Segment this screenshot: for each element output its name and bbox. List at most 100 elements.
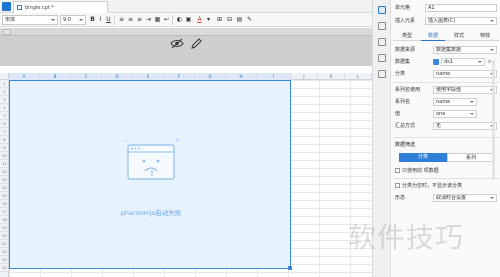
align-left-icon[interactable]: ≡ [118, 15, 125, 25]
column-header-cell[interactable]: F [164, 73, 195, 80]
checkbox-box[interactable] [395, 183, 400, 188]
row-header-cell[interactable]: 5 [0, 112, 9, 120]
row-header-cell[interactable]: 17 [0, 208, 9, 216]
bg-color-icon[interactable]: ▣ [185, 15, 192, 25]
data-source-select[interactable]: 数据集数据 [433, 46, 497, 54]
cell-attribute-icon[interactable] [378, 22, 386, 30]
row-header-cell[interactable]: 22 [0, 248, 9, 256]
hidden-eye-icon[interactable] [170, 38, 184, 49]
indent-icon[interactable]: ⇥ [145, 15, 152, 25]
row-header-cell[interactable]: 14 [0, 184, 9, 192]
clear-format-icon[interactable]: ✎ [246, 15, 253, 25]
row-header-cell[interactable]: 15 [0, 192, 9, 200]
align-center-icon[interactable]: ≡ [127, 15, 134, 25]
grid-lines-icon[interactable]: ⊟ [226, 15, 233, 25]
category-select[interactable]: name [433, 70, 497, 78]
tab-type[interactable]: 类型 [395, 32, 419, 41]
document-tab-bar: bingle.cpt * [0, 0, 372, 13]
row-header-cell[interactable]: 12 [0, 168, 9, 176]
hide-empty-category-checkbox[interactable]: 分类为空时，不显示该分类 [395, 182, 462, 190]
row-header-cell[interactable]: 10 [0, 152, 9, 160]
row-header-cell[interactable]: 3 [0, 96, 9, 104]
row-header-cell[interactable]: 24 [0, 264, 9, 272]
row-header-cell[interactable]: 8 [0, 136, 9, 144]
filter-tab-category[interactable]: 分类 [399, 153, 447, 162]
use-top-n-checkbox[interactable]: 只使用前 项数据 [395, 167, 439, 175]
tab-data[interactable]: 数据 [421, 32, 445, 41]
column-header-cell[interactable]: A [9, 73, 40, 80]
column-header-cell[interactable]: I [257, 73, 291, 80]
italic-button[interactable]: I [97, 15, 104, 25]
text-color-button[interactable]: A [196, 15, 203, 25]
toolbar-separator [172, 15, 173, 25]
band-ruler [0, 28, 372, 36]
watermark-text: 软件技巧 [348, 221, 465, 254]
row-header-cell[interactable]: 19 [0, 224, 9, 232]
dataset-select[interactable]: ds1 [441, 58, 485, 66]
column-header-cell[interactable]: C [71, 73, 102, 80]
row-header-cell[interactable]: 16 [0, 200, 9, 208]
widget-icon[interactable] [378, 54, 386, 62]
row-header-cell[interactable]: 11 [0, 160, 9, 168]
database-icon [433, 59, 439, 65]
chart-cell-selection[interactable]: phantomjs启动失败 [9, 80, 292, 270]
row-header: 1 2 3 4 5 6 7 8 9 10 11 12 13 14 15 16 1… [0, 80, 9, 277]
insert-element-select[interactable]: 插入图表(C) [425, 17, 497, 25]
column-header-cell[interactable]: L [345, 73, 372, 80]
freeze-icon[interactable]: ▤ [236, 15, 243, 25]
row-header-cell[interactable]: 6 [0, 120, 9, 128]
row-header-cell[interactable]: 20 [0, 232, 9, 240]
data-filter-title: 数据筛选 [395, 142, 416, 148]
shape-select[interactable]: 取消时合设置 [433, 194, 497, 202]
filter-tab-series[interactable]: 系列 [447, 153, 495, 162]
column-header-cell[interactable]: H [226, 73, 257, 80]
tab-style[interactable]: 样式 [447, 32, 471, 41]
row-header-cell[interactable]: 4 [0, 104, 9, 112]
format-toolbar: 宋体 9.0 B I U ≡ ≡ ≡ ⇥ ▦ ↩ ◐ ▣ A ▾ ⊞ ⊟ ▤ ✎ [0, 13, 372, 27]
column-header-cell[interactable]: B [40, 73, 71, 80]
sad-browser-icon [125, 138, 180, 180]
summary-select[interactable]: 无 [433, 122, 497, 130]
shape-label: 形态 [395, 195, 406, 201]
condition-icon[interactable] [378, 38, 386, 46]
merge-cells-icon[interactable]: ⊞ [216, 15, 223, 25]
row-header-cell[interactable]: 18 [0, 216, 9, 224]
row-header-cell[interactable]: 7 [0, 128, 9, 136]
cell-property-icon[interactable] [378, 6, 386, 14]
tab-effect[interactable]: 特效 [473, 32, 497, 41]
series-name-use-select[interactable]: 使用字段值 [433, 86, 497, 94]
row-header-cell[interactable]: 21 [0, 240, 9, 248]
text-color-dropdown-icon[interactable]: ▾ [205, 15, 212, 25]
panel-scrollbar[interactable] [492, 60, 495, 180]
cell-name-field[interactable]: A1 [425, 4, 497, 12]
checkbox-box[interactable] [395, 168, 400, 173]
border-icon[interactable]: ▦ [154, 15, 161, 25]
column-header-cell[interactable]: K [318, 73, 345, 80]
sheet-corner[interactable] [0, 73, 9, 80]
row-header-cell[interactable]: 2 [0, 88, 9, 96]
font-size-select[interactable]: 9.0 [60, 15, 86, 25]
edit-pencil-icon[interactable] [190, 38, 202, 50]
column-header-cell[interactable]: D [102, 73, 133, 80]
row-header-cell[interactable]: 9 [0, 144, 9, 152]
underline-button[interactable]: U [105, 15, 112, 25]
series-name-select[interactable]: name [433, 98, 477, 106]
align-right-icon[interactable]: ≡ [136, 15, 143, 25]
wrap-icon[interactable]: ↩ [163, 15, 170, 25]
file-tab[interactable]: bingle.cpt * [13, 1, 108, 13]
column-header-cell[interactable]: G [195, 73, 226, 80]
fill-color-icon[interactable]: ◐ [176, 15, 183, 25]
bold-button[interactable]: B [89, 15, 96, 25]
column-header-cell[interactable]: E [133, 73, 164, 80]
row-header-cell[interactable]: 1 [0, 80, 9, 88]
section-divider [393, 82, 499, 83]
chart-property-tabs: 类型 数据 样式 特效 [393, 32, 499, 41]
hyperlink-icon[interactable] [378, 70, 386, 78]
resize-handle[interactable] [288, 266, 292, 270]
value-select[interactable]: one [433, 110, 477, 118]
row-header-cell[interactable]: 23 [0, 256, 9, 264]
row-header-cell[interactable]: 13 [0, 176, 9, 184]
font-family-select[interactable]: 宋体 [2, 15, 58, 25]
search-icon[interactable]: ⌕ [488, 58, 491, 66]
column-header-cell[interactable]: J [291, 73, 318, 80]
